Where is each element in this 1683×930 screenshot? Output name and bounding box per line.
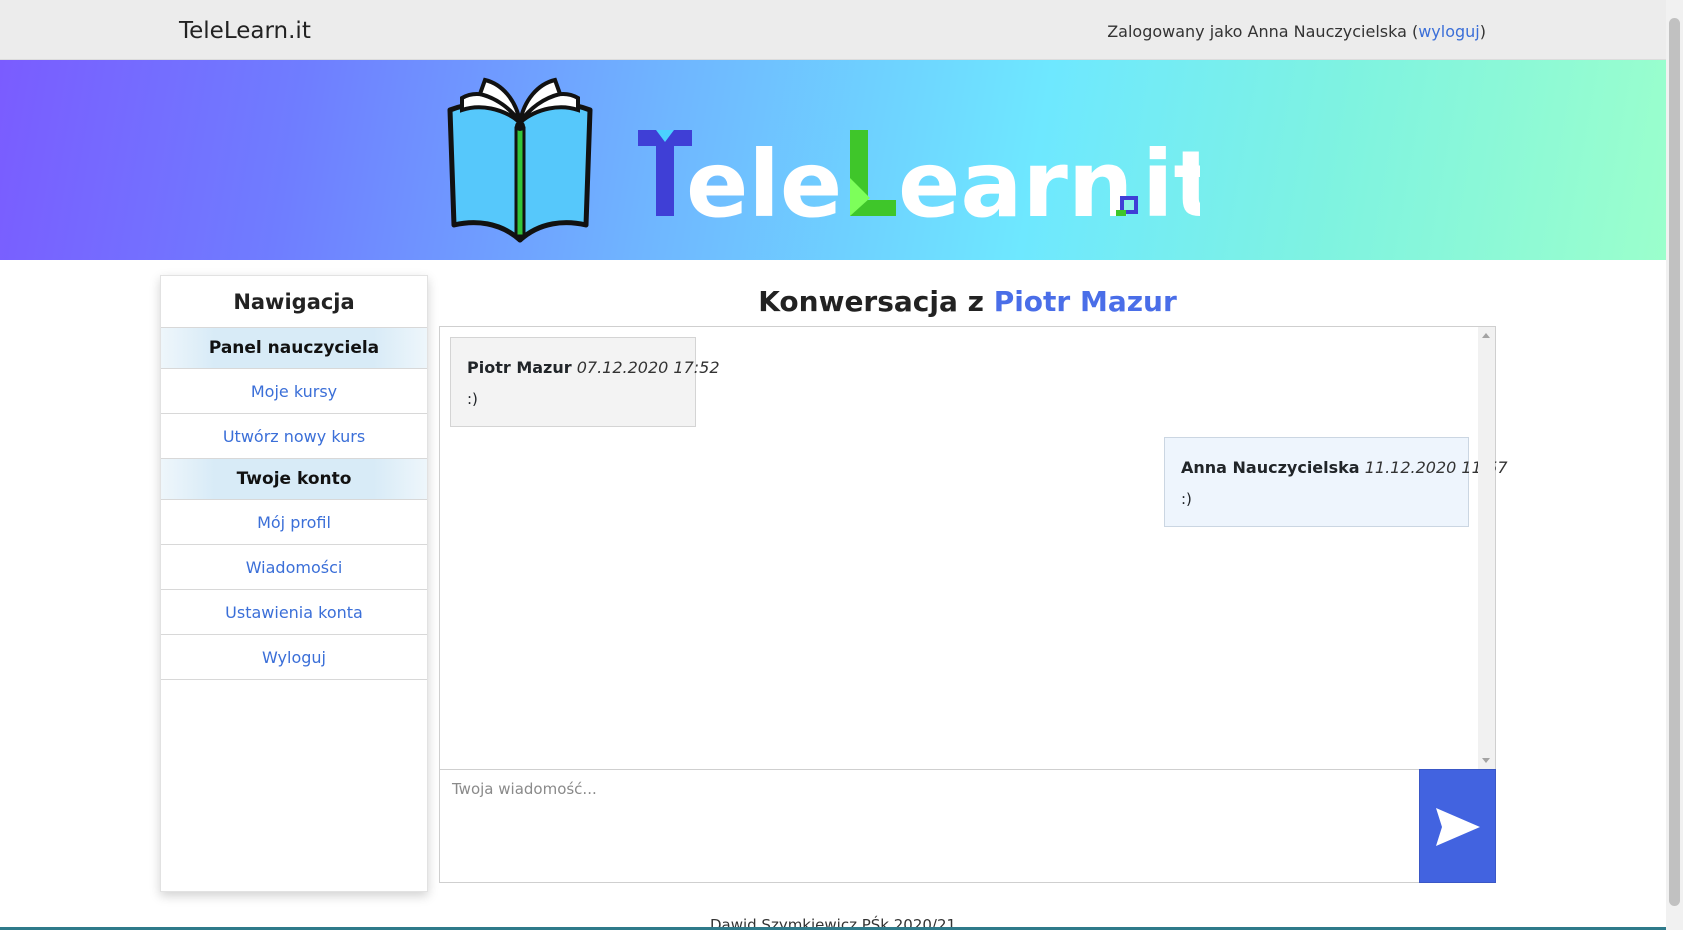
svg-text:earn: earn	[898, 131, 1133, 238]
message-list[interactable]: Piotr Mazur 07.12.2020 17:52 :) Anna Nau…	[439, 326, 1508, 770]
send-button[interactable]	[1419, 769, 1496, 883]
page-scrollbar-thumb[interactable]	[1669, 18, 1680, 906]
navigation-sidebar: Nawigacja Panel nauczyciela Moje kursy U…	[160, 275, 428, 892]
message-item: Piotr Mazur 07.12.2020 17:52 :)	[450, 337, 720, 427]
send-icon	[1436, 808, 1480, 846]
conversation-partner-name[interactable]: Piotr Mazur	[994, 285, 1177, 318]
header-banner: ele earn it	[0, 60, 1666, 260]
message-text: :)	[1181, 490, 1192, 508]
sidebar-item-logout[interactable]: Wyloguj	[161, 635, 427, 680]
message-item: Anna Nauczycielska 11.12.2020 11:57 :)	[1164, 437, 1508, 527]
logo-wordmark: ele earn it	[638, 130, 1200, 238]
svg-text:ele: ele	[686, 131, 842, 238]
message-author: Piotr Mazur	[467, 358, 572, 377]
message-author: Anna Nauczycielska	[1181, 458, 1360, 477]
book-icon	[447, 77, 593, 243]
scroll-down-arrow-icon[interactable]	[1482, 758, 1490, 763]
logged-in-label: Zalogowany jako Anna Nauczycielska (	[1107, 22, 1419, 41]
message-date: 07.12.2020 17:52	[576, 358, 720, 377]
sidebar-title: Nawigacja	[161, 276, 427, 328]
brand-name[interactable]: TeleLearn.it	[179, 18, 311, 44]
sidebar-item-my-profile[interactable]: Mój profil	[161, 500, 427, 545]
sidebar-section-your-account: Twoje konto	[161, 459, 427, 500]
message-input[interactable]	[439, 769, 1420, 883]
message-text: :)	[467, 390, 478, 408]
logged-in-suffix: )	[1479, 22, 1486, 41]
sidebar-item-my-courses[interactable]: Moje kursy	[161, 369, 427, 414]
sidebar-item-account-settings[interactable]: Ustawienia konta	[161, 590, 427, 635]
message-list-scrollbar[interactable]	[1478, 327, 1495, 769]
user-info: Zalogowany jako Anna Nauczycielska (wylo…	[1107, 22, 1486, 41]
sidebar-section-teacher-panel: Panel nauczyciela	[161, 328, 427, 369]
conversation-title-prefix: Konwersacja z	[758, 285, 994, 318]
telelearn-logo: ele earn it	[447, 77, 1200, 243]
top-navbar: TeleLearn.it Zalogowany jako Anna Nauczy…	[0, 0, 1666, 60]
page-scrollbar[interactable]	[1666, 0, 1683, 930]
svg-text:it: it	[1142, 131, 1200, 238]
sidebar-item-create-course[interactable]: Utwórz nowy kurs	[161, 414, 427, 459]
sidebar-item-messages[interactable]: Wiadomości	[161, 545, 427, 590]
page-title: Konwersacja z Piotr Mazur	[440, 285, 1495, 318]
scroll-up-arrow-icon[interactable]	[1482, 333, 1490, 338]
logout-link[interactable]: wyloguj	[1418, 22, 1480, 41]
